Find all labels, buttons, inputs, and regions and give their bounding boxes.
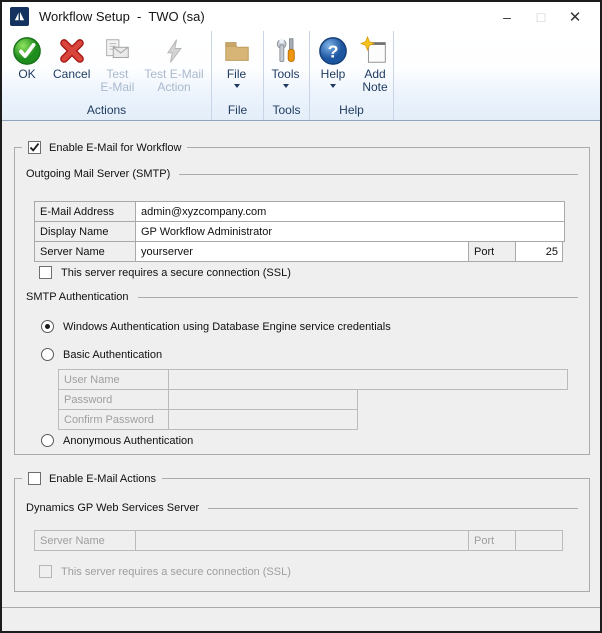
enable-email-workflow-checkbox[interactable] (28, 141, 41, 154)
ws-server-name-input (136, 531, 468, 550)
ssl-label: This server requires a secure connection… (61, 267, 291, 279)
ws-port-input (516, 531, 562, 550)
smtp-auth-section-header: SMTP Authentication (26, 291, 578, 303)
toolbar: OK Cancel (2, 31, 600, 121)
status-divider (2, 607, 600, 608)
maximize-button: □ (524, 9, 558, 25)
close-button[interactable]: ✕ (558, 8, 592, 26)
windows-auth-radio[interactable] (41, 320, 54, 333)
tools-icon (270, 35, 302, 67)
anonymous-auth-radio[interactable] (41, 434, 54, 447)
checkmark-icon (29, 142, 40, 153)
anonymous-auth-option: Anonymous Authentication (41, 434, 193, 447)
note-icon (359, 35, 391, 67)
minimize-button[interactable]: – (490, 9, 524, 25)
workflow-setup-window: Workflow Setup - TWO (sa) – □ ✕ OK (0, 0, 602, 633)
cancel-icon (56, 35, 88, 67)
email-address-label: E-Mail Address (34, 201, 136, 222)
display-name-row: Display Name (34, 221, 565, 242)
ws-port-label: Port (468, 530, 516, 551)
enable-email-actions-group: Enable E-Mail Actions Dynamics GP Web Se… (14, 478, 590, 592)
test-email-button: TestE-Mail (95, 33, 139, 94)
folder-icon (221, 35, 253, 67)
window-controls: – □ ✕ (490, 2, 600, 31)
svg-text:?: ? (328, 42, 339, 62)
dynamics-gp-icon (10, 7, 29, 26)
server-name-label: Server Name (34, 241, 136, 262)
smtp-fields-table: E-Mail Address Display Name Server Name … (34, 201, 565, 262)
ok-icon (11, 35, 43, 67)
ws-ssl-label: This server requires a secure connection… (61, 566, 291, 578)
ws-server-name-row: Server Name Port (34, 530, 563, 551)
group-caption-label: Enable E-Mail for Workflow (49, 142, 181, 154)
toolbar-group-label-file: File (212, 102, 263, 120)
password-row: Password (58, 389, 568, 410)
help-button[interactable]: ? Help (312, 33, 354, 88)
display-name-input[interactable] (136, 222, 564, 241)
server-name-row: Server Name Port (34, 241, 565, 262)
password-input (169, 390, 357, 409)
web-services-table: Server Name Port (34, 530, 563, 551)
tools-dropdown-arrow-icon (283, 84, 289, 88)
toolbar-group-label-tools: Tools (264, 102, 309, 120)
titlebar: Workflow Setup - TWO (sa) – □ ✕ (2, 2, 600, 31)
group-caption: Enable E-Mail for Workflow (22, 138, 187, 157)
toolbar-group-actions: OK Cancel (2, 31, 212, 120)
toolbar-group-file: File File (212, 31, 264, 120)
divider-line (138, 297, 578, 298)
lightning-icon (158, 35, 190, 67)
toolbar-spacer (394, 31, 600, 120)
password-label: Password (58, 389, 169, 410)
user-name-row: User Name (58, 369, 568, 390)
divider-line (208, 508, 578, 509)
divider-line (179, 174, 578, 175)
help-icon: ? (317, 35, 349, 67)
enable-email-workflow-group: Enable E-Mail for Workflow Outgoing Mail… (14, 147, 590, 455)
file-dropdown-arrow-icon (234, 84, 240, 88)
group-caption: Enable E-Mail Actions (22, 469, 162, 488)
email-address-row: E-Mail Address (34, 201, 565, 222)
credentials-table: User Name Password Confirm Password (58, 369, 568, 430)
group-caption-label: Enable E-Mail Actions (49, 473, 156, 485)
ws-ssl-checkbox (39, 565, 52, 578)
file-button[interactable]: File (216, 33, 258, 88)
tools-button[interactable]: Tools (265, 33, 307, 88)
help-dropdown-arrow-icon (330, 84, 336, 88)
add-note-button[interactable]: AddNote (354, 33, 396, 94)
ssl-row: This server requires a secure connection… (39, 266, 291, 279)
ws-server-name-label: Server Name (34, 530, 136, 551)
toolbar-group-label-actions: Actions (2, 102, 211, 120)
port-input[interactable] (516, 242, 562, 261)
test-email-icon (101, 35, 133, 67)
web-services-section-header: Dynamics GP Web Services Server (26, 502, 578, 514)
user-name-input (169, 370, 567, 389)
window-title: Workflow Setup - TWO (sa) (39, 9, 205, 24)
confirm-password-row: Confirm Password (58, 409, 568, 430)
basic-auth-radio[interactable] (41, 348, 54, 361)
toolbar-group-label-help: Help (310, 102, 393, 120)
test-email-action-button: Test E-MailAction (139, 33, 208, 94)
cancel-button[interactable]: Cancel (48, 33, 95, 81)
email-address-input[interactable] (136, 202, 564, 221)
confirm-password-label: Confirm Password (58, 409, 169, 430)
user-name-label: User Name (58, 369, 169, 390)
display-name-label: Display Name (34, 221, 136, 242)
server-name-input[interactable] (136, 242, 468, 261)
ok-button[interactable]: OK (6, 33, 48, 81)
smtp-section-header: Outgoing Mail Server (SMTP) (26, 168, 578, 180)
toolbar-group-tools: Tools Tools (264, 31, 310, 120)
confirm-password-input (169, 410, 357, 429)
toolbar-group-help: ? Help AddNote (310, 31, 394, 120)
enable-email-actions-checkbox[interactable] (28, 472, 41, 485)
windows-auth-option: Windows Authentication using Database En… (41, 320, 391, 333)
ws-ssl-row: This server requires a secure connection… (39, 565, 291, 578)
basic-auth-option: Basic Authentication (41, 348, 162, 361)
form-area: Enable E-Mail for Workflow Outgoing Mail… (2, 122, 600, 631)
port-label: Port (468, 241, 516, 262)
ssl-checkbox[interactable] (39, 266, 52, 279)
